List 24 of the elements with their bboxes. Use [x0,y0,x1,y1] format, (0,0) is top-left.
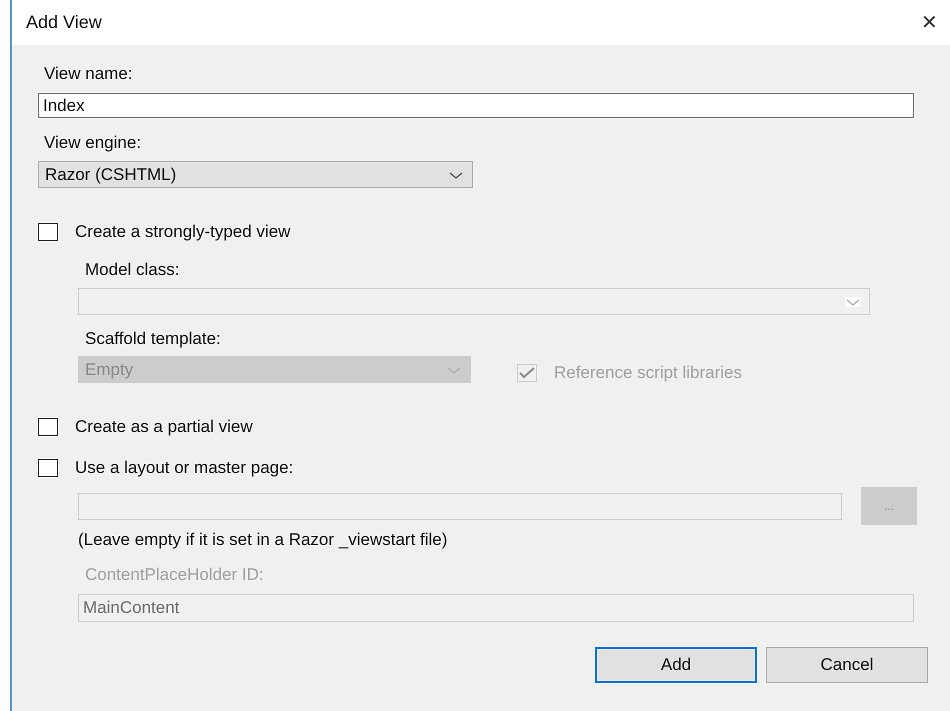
checkmark-icon [519,366,535,378]
close-button[interactable]: ✕ [921,10,938,35]
window-title: Add View [26,12,102,33]
field-label: ContentPlaceHolder ID: [85,565,265,585]
checkbox-label: Use a layout or master page: [75,458,294,478]
checkbox[interactable] [38,459,58,477]
field-label: Model class: [85,260,180,280]
layout-page-field[interactable] [78,492,842,520]
add-button[interactable]: Add [595,647,757,683]
view-name-field[interactable]: Index [38,93,914,118]
checkbox[interactable] [38,223,58,241]
view-engine-dropdown[interactable]: Razor (CSHTML) [38,161,473,188]
field-label: Scaffold template: [85,329,222,349]
checkbox-label: Create a strongly-typed view [75,222,290,242]
checkbox-label: Reference script libraries [554,362,742,382]
checkbox[interactable] [38,418,58,436]
chevron-down-icon [845,296,861,306]
field-label: View name: [44,64,134,84]
field-label: View engine: [44,133,142,153]
checkbox-label: Create as a partial view [75,417,253,437]
chevron-down-icon [448,170,464,180]
chevron-down-icon [446,364,462,374]
hint-text: (Leave empty if it is set in a Razor _viewstart file) [78,530,448,550]
cancel-button[interactable]: Cancel [766,647,928,683]
